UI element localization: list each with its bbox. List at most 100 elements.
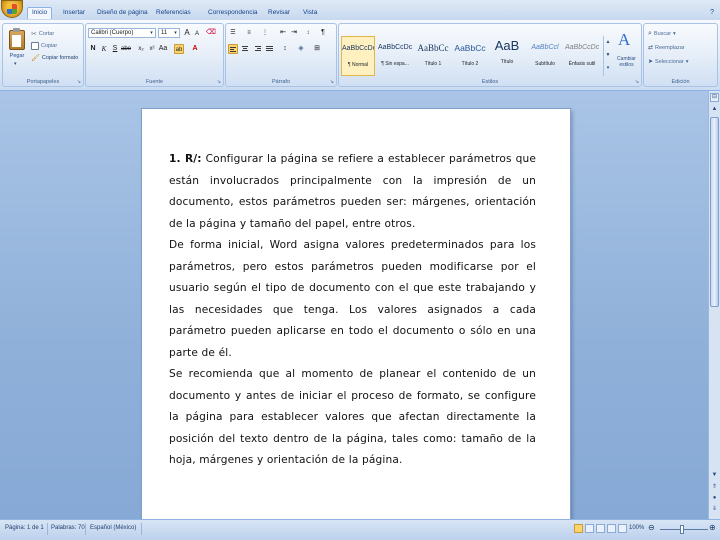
line-spacing-icon[interactable]: ↕ bbox=[280, 44, 290, 54]
subscript-icon[interactable]: x₂ bbox=[136, 44, 146, 54]
word-count[interactable]: Palabras: 70 bbox=[51, 525, 85, 531]
next-page-icon[interactable]: ⇓ bbox=[710, 505, 719, 513]
zoom-slider-thumb[interactable] bbox=[680, 525, 684, 534]
find-button[interactable]: ⌕ Buscar ▾ bbox=[648, 30, 676, 38]
document-text[interactable]: 1. R/: Configurar la página se refiere a… bbox=[169, 149, 536, 472]
ruler-toggle-icon[interactable]: ⊟ bbox=[710, 93, 719, 102]
numbering-icon[interactable]: ≡ bbox=[244, 28, 254, 38]
change-case-icon[interactable]: Aa bbox=[158, 44, 168, 54]
scroll-up-icon[interactable]: ▲ bbox=[710, 105, 719, 113]
bullets-icon[interactable]: ☰ bbox=[228, 28, 238, 38]
zoom-level[interactable]: 100% bbox=[629, 525, 644, 531]
sort-icon[interactable]: ↕ bbox=[303, 28, 313, 38]
styles-gallery-scroll[interactable]: ▲ ▼ ▾ bbox=[603, 36, 612, 76]
replace-label: Reemplazar bbox=[655, 44, 685, 51]
increase-indent-icon[interactable]: ⇥ bbox=[289, 28, 299, 38]
dialog-launcher-icon[interactable]: ↘ bbox=[635, 79, 639, 85]
scroll-down-icon[interactable]: ▼ bbox=[710, 471, 719, 479]
group-font: Calibri (Cuerpo) ▾ 11 ▾ A A ⌫ N K S abe … bbox=[85, 23, 224, 87]
paragraph-text: Configurar la página se refiere a establ… bbox=[169, 153, 536, 230]
paragraph-group-label: Párrafo bbox=[271, 79, 291, 85]
decrease-indent-icon[interactable]: ⇤ bbox=[278, 28, 288, 38]
status-divider bbox=[141, 523, 142, 535]
copy-button[interactable]: Copiar bbox=[31, 42, 57, 50]
scrollbar-thumb[interactable] bbox=[710, 117, 719, 307]
page-count[interactable]: Página: 1 de 1 bbox=[5, 525, 44, 531]
dialog-launcher-icon[interactable]: ↘ bbox=[77, 79, 81, 85]
chevron-down-icon: ▾ bbox=[174, 30, 177, 36]
style-titulo-1[interactable]: AaBbCc Título 1 bbox=[416, 36, 450, 76]
zoom-in-icon[interactable]: ⊕ bbox=[709, 523, 716, 532]
editing-group-label: Edición bbox=[671, 79, 690, 85]
tab-diseno-de-pagina[interactable]: Diseño de página bbox=[97, 9, 148, 16]
replace-button[interactable]: ⇄ Reemplazar bbox=[648, 44, 685, 52]
font-group-label: Fuente bbox=[145, 79, 164, 85]
font-color-icon[interactable]: A bbox=[190, 44, 200, 54]
highlight-icon[interactable]: ab bbox=[174, 44, 184, 54]
print-layout-view-icon[interactable] bbox=[574, 524, 583, 533]
document-page[interactable]: 1. R/: Configurar la página se refiere a… bbox=[142, 109, 570, 519]
chevron-down-icon: ▾ bbox=[685, 58, 689, 65]
style-sample: AaB bbox=[494, 39, 520, 53]
draft-view-icon[interactable] bbox=[618, 524, 627, 533]
borders-icon[interactable]: ⊞ bbox=[312, 44, 322, 54]
shrink-font-icon[interactable]: A bbox=[192, 29, 202, 39]
font-name-select[interactable]: Calibri (Cuerpo) ▾ bbox=[88, 28, 156, 38]
tab-referencias[interactable]: Referencias bbox=[156, 9, 191, 16]
zoom-slider[interactable] bbox=[660, 529, 708, 530]
cut-button[interactable]: ✂ Cortar bbox=[31, 30, 54, 38]
tab-vista[interactable]: Vista bbox=[303, 9, 317, 16]
browse-object-icon[interactable]: ● bbox=[710, 494, 719, 502]
change-styles-button[interactable]: A Cambiar estilos bbox=[612, 28, 641, 78]
pilcrow-icon[interactable]: ¶ bbox=[318, 28, 328, 38]
shading-icon[interactable]: ◈ bbox=[296, 44, 306, 54]
tab-insertar[interactable]: Insertar bbox=[63, 9, 85, 16]
style-name: Título 1 bbox=[424, 61, 442, 67]
bold-icon[interactable]: N bbox=[88, 44, 98, 54]
clipboard-group-label: Portapapeles bbox=[26, 79, 60, 85]
office-logo-icon bbox=[7, 4, 17, 14]
tab-revisar[interactable]: Revisar bbox=[268, 9, 290, 16]
style-titulo[interactable]: AaB Título bbox=[490, 36, 524, 76]
style-sample: AaBbCcDc bbox=[378, 44, 412, 51]
font-size-select[interactable]: 11 ▾ bbox=[158, 28, 180, 38]
superscript-icon[interactable]: x² bbox=[147, 44, 157, 54]
grow-font-icon[interactable]: A bbox=[182, 28, 192, 38]
justify-icon[interactable] bbox=[264, 44, 274, 54]
select-button[interactable]: ➤ Seleccionar ▾ bbox=[648, 58, 689, 66]
full-screen-reading-view-icon[interactable] bbox=[585, 524, 594, 533]
style-enfasis-sutil[interactable]: AaBbCcDc Énfasis sutil bbox=[565, 36, 599, 76]
web-layout-view-icon[interactable] bbox=[596, 524, 605, 533]
align-left-icon[interactable] bbox=[228, 44, 238, 54]
style-subtitulo[interactable]: AaBbCcl Subtítulo bbox=[528, 36, 562, 76]
vertical-scrollbar[interactable]: ⊟ ▲ ▼ ⇑ ● ⇓ bbox=[708, 91, 720, 519]
outline-view-icon[interactable] bbox=[607, 524, 616, 533]
language-indicator[interactable]: Español (México) bbox=[90, 525, 136, 531]
italic-icon[interactable]: K bbox=[99, 44, 109, 54]
zoom-out-icon[interactable]: ⊖ bbox=[648, 523, 655, 532]
tab-inicio[interactable]: Inicio bbox=[27, 7, 53, 19]
previous-page-icon[interactable]: ⇑ bbox=[710, 483, 719, 491]
paragraph-1: 1. R/: Configurar la página se refiere a… bbox=[169, 149, 536, 235]
tab-correspondencia[interactable]: Correspondencia bbox=[208, 9, 258, 16]
style-titulo-2[interactable]: AaBbCc Título 2 bbox=[453, 36, 487, 76]
format-painter-button[interactable]: 🖌 Copiar formato bbox=[31, 54, 78, 62]
strikethrough-icon[interactable]: abe bbox=[121, 44, 131, 54]
change-styles-icon: A bbox=[618, 30, 631, 49]
style-name: ¶ Sin espa... bbox=[381, 61, 409, 67]
paragraph-3: Se recomienda que al momento de planear … bbox=[169, 368, 536, 466]
multilevel-list-icon[interactable]: ⋮ bbox=[260, 28, 270, 38]
underline-icon[interactable]: S bbox=[110, 44, 120, 54]
style-name: Énfasis sutil bbox=[568, 61, 596, 67]
align-right-icon[interactable] bbox=[252, 44, 262, 54]
dialog-launcher-icon[interactable]: ↘ bbox=[217, 79, 221, 85]
paste-button[interactable]: Pegar ▾ bbox=[6, 28, 28, 74]
copy-icon bbox=[31, 42, 39, 50]
help-icon[interactable]: ? bbox=[710, 9, 714, 16]
dialog-launcher-icon[interactable]: ↘ bbox=[330, 79, 334, 85]
chevron-down-icon: ▾ bbox=[14, 61, 17, 67]
style-sin-espaciado[interactable]: AaBbCcDc ¶ Sin espa... bbox=[378, 36, 412, 76]
style-normal[interactable]: AaBbCcDc ¶ Normal bbox=[341, 36, 375, 76]
clear-formatting-icon[interactable]: ⌫ bbox=[206, 28, 216, 38]
align-center-icon[interactable] bbox=[240, 44, 250, 54]
